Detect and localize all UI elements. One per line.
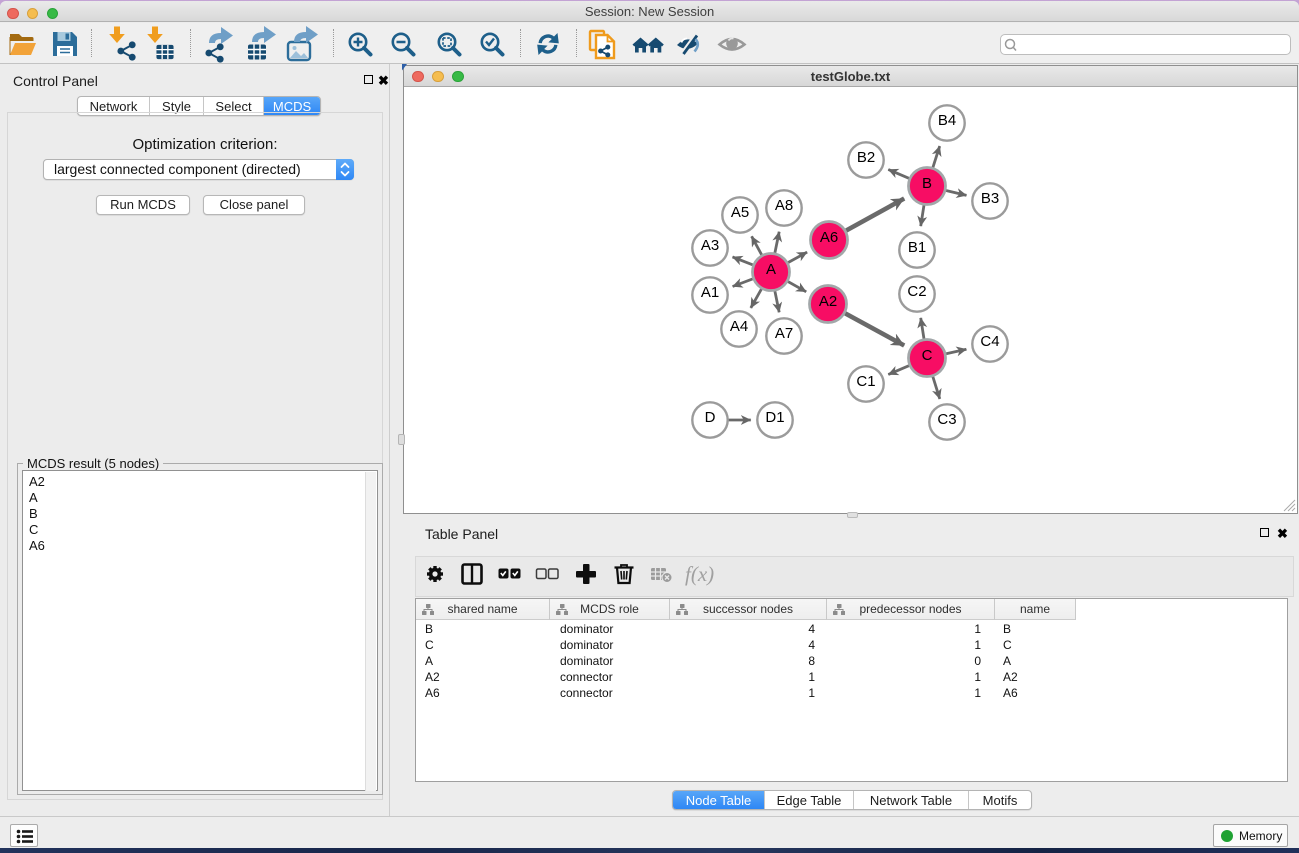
svg-text:A1: A1 bbox=[701, 284, 719, 301]
svg-text:C3: C3 bbox=[937, 411, 956, 428]
svg-text:D1: D1 bbox=[765, 409, 784, 426]
svg-text:C: C bbox=[922, 347, 933, 364]
svg-text:A6: A6 bbox=[820, 229, 838, 246]
svg-text:A8: A8 bbox=[775, 197, 793, 214]
svg-text:C1: C1 bbox=[856, 373, 875, 390]
svg-text:D: D bbox=[705, 409, 716, 426]
svg-text:A7: A7 bbox=[775, 325, 793, 342]
svg-text:A3: A3 bbox=[701, 237, 719, 254]
svg-text:A2: A2 bbox=[819, 293, 837, 310]
svg-text:C4: C4 bbox=[980, 333, 999, 350]
svg-text:A4: A4 bbox=[730, 318, 748, 335]
svg-text:B: B bbox=[922, 175, 932, 192]
svg-text:B1: B1 bbox=[908, 239, 926, 256]
svg-text:B2: B2 bbox=[857, 149, 875, 166]
svg-text:C2: C2 bbox=[907, 283, 926, 300]
svg-text:B4: B4 bbox=[938, 112, 956, 129]
svg-text:A: A bbox=[766, 261, 776, 278]
svg-text:A5: A5 bbox=[731, 204, 749, 221]
svg-text:B3: B3 bbox=[981, 190, 999, 207]
